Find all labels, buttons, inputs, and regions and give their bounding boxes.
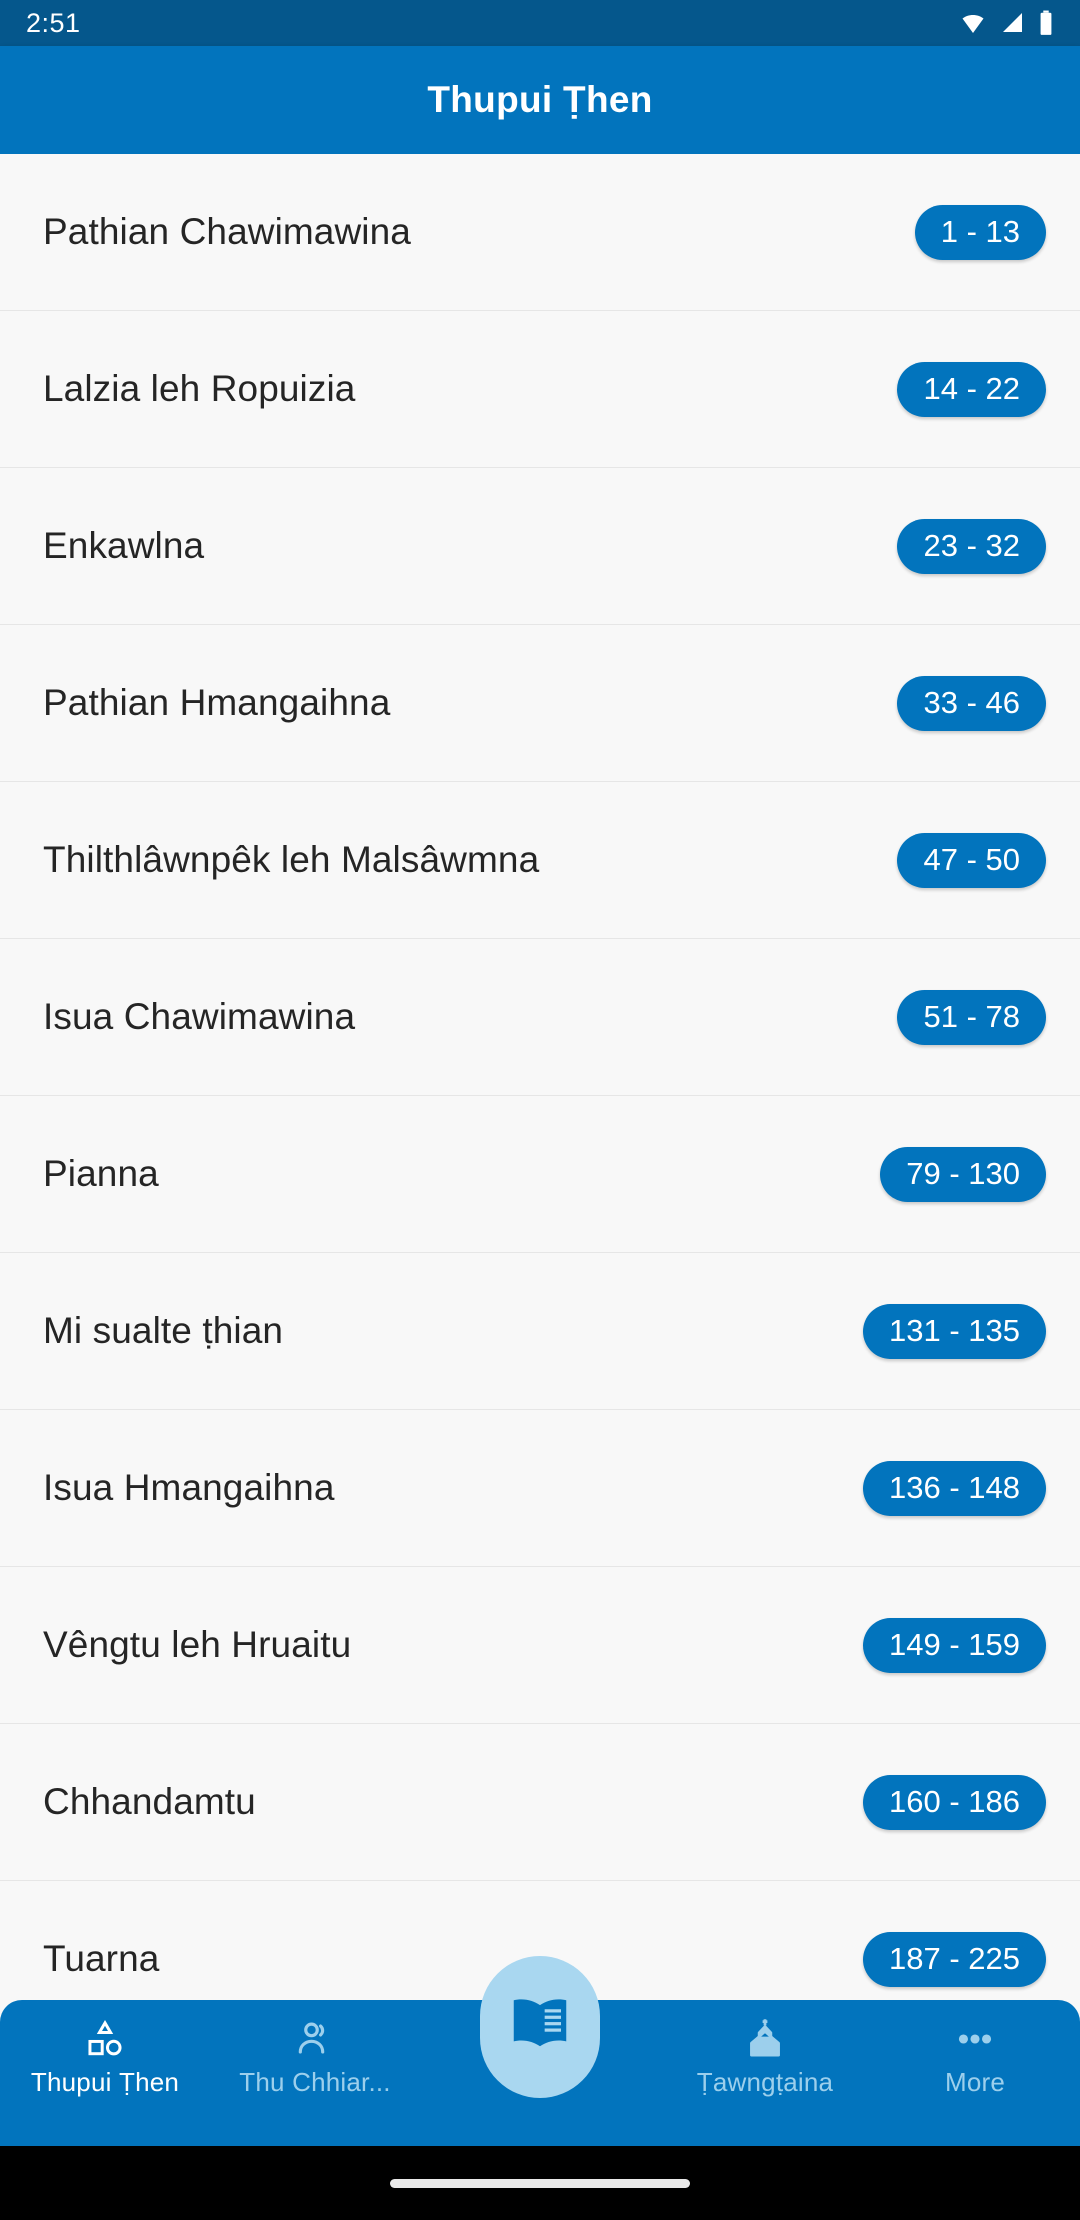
table-row[interactable]: Chhandamtu 160 - 186	[0, 1724, 1080, 1881]
row-range-chip[interactable]: 23 - 32	[897, 518, 1046, 574]
phone-screen: 2:51 Thupui Ṭhen Pathian Chawimawina 1 -…	[0, 0, 1080, 2220]
table-row[interactable]: Mi sualte ṭhian 131 - 135	[0, 1253, 1080, 1410]
app-bar: Thupui Ṭhen	[0, 46, 1080, 154]
page-title: Thupui Ṭhen	[427, 79, 653, 120]
row-title: Lalzia leh Ropuizia	[43, 368, 356, 409]
nav-item-label: More	[944, 2067, 1006, 2097]
shapes-icon	[84, 2016, 126, 2062]
row-range-chip[interactable]: 1 - 13	[914, 204, 1046, 260]
nav-item-tawngtaina[interactable]: Ṭawngṭaina	[660, 2000, 870, 2146]
row-title: Isua Hmangaihna	[43, 1467, 335, 1508]
row-title: Mi sualte ṭhian	[43, 1310, 284, 1351]
row-range-chip[interactable]: 51 - 78	[897, 989, 1046, 1045]
row-range-chip[interactable]: 160 - 186	[863, 1774, 1046, 1830]
status-icon-group	[958, 10, 1054, 36]
people-icon	[294, 2016, 336, 2062]
table-row[interactable]: Isua Hmangaihna 136 - 148	[0, 1410, 1080, 1567]
table-row[interactable]: Pathian Chawimawina 1 - 13	[0, 154, 1080, 311]
nav-item-thu-chhiar[interactable]: Thu Chhiar...	[210, 2000, 420, 2146]
row-title: Pathian Chawimawina	[43, 211, 411, 252]
row-range-chip[interactable]: 33 - 46	[897, 675, 1046, 731]
row-range-chip[interactable]: 79 - 130	[880, 1146, 1046, 1202]
wifi-icon	[958, 11, 988, 35]
system-gesture-area	[0, 2146, 1080, 2220]
row-title: Isua Chawimawina	[43, 996, 356, 1037]
signal-icon	[999, 11, 1027, 35]
more-dots-icon	[954, 2016, 996, 2062]
table-row[interactable]: Vêngtu leh Hruaitu 149 - 159	[0, 1567, 1080, 1724]
nav-item-thupui-then[interactable]: Thupui Ṭhen	[0, 2000, 210, 2146]
nav-item-label: Thupui Ṭhen	[30, 2067, 180, 2097]
topic-list[interactable]: Pathian Chawimawina 1 - 13 Lalzia leh Ro…	[0, 154, 1080, 2014]
row-title: Enkawlna	[43, 525, 205, 566]
row-range-chip[interactable]: 136 - 148	[863, 1460, 1046, 1516]
row-title: Thilthlâwnpêk leh Malsâwmna	[43, 839, 540, 880]
nav-item-label: Ṭawngṭaina	[696, 2067, 834, 2097]
row-title: Chhandamtu	[43, 1781, 256, 1822]
church-icon	[743, 2016, 787, 2062]
row-range-chip[interactable]: 187 - 225	[863, 1931, 1046, 1987]
row-range-chip[interactable]: 131 - 135	[863, 1303, 1046, 1359]
table-row[interactable]: Lalzia leh Ropuizia 14 - 22	[0, 311, 1080, 468]
row-range-chip[interactable]: 14 - 22	[897, 361, 1046, 417]
table-row[interactable]: Enkawlna 23 - 32	[0, 468, 1080, 625]
status-clock: 2:51	[26, 7, 81, 38]
row-title: Pianna	[43, 1153, 159, 1194]
row-range-chip[interactable]: 47 - 50	[897, 832, 1046, 888]
row-range-chip[interactable]: 149 - 159	[863, 1617, 1046, 1673]
gesture-pill[interactable]	[390, 2178, 690, 2188]
nav-item-more[interactable]: More	[870, 2000, 1080, 2146]
row-title: Vêngtu leh Hruaitu	[43, 1624, 352, 1665]
table-row[interactable]: Thilthlâwnpêk leh Malsâwmna 47 - 50	[0, 782, 1080, 939]
status-bar: 2:51	[0, 0, 1080, 46]
table-row[interactable]: Pathian Hmangaihna 33 - 46	[0, 625, 1080, 782]
table-row[interactable]: Isua Chawimawina 51 - 78	[0, 939, 1080, 1096]
table-row[interactable]: Pianna 79 - 130	[0, 1096, 1080, 1253]
row-title: Pathian Hmangaihna	[43, 682, 391, 723]
open-book-fab[interactable]	[480, 1956, 600, 2098]
battery-icon	[1038, 10, 1054, 36]
open-book-icon	[502, 1990, 578, 2065]
nav-item-label: Thu Chhiar...	[239, 2067, 391, 2097]
row-title: Tuarna	[43, 1938, 160, 1979]
